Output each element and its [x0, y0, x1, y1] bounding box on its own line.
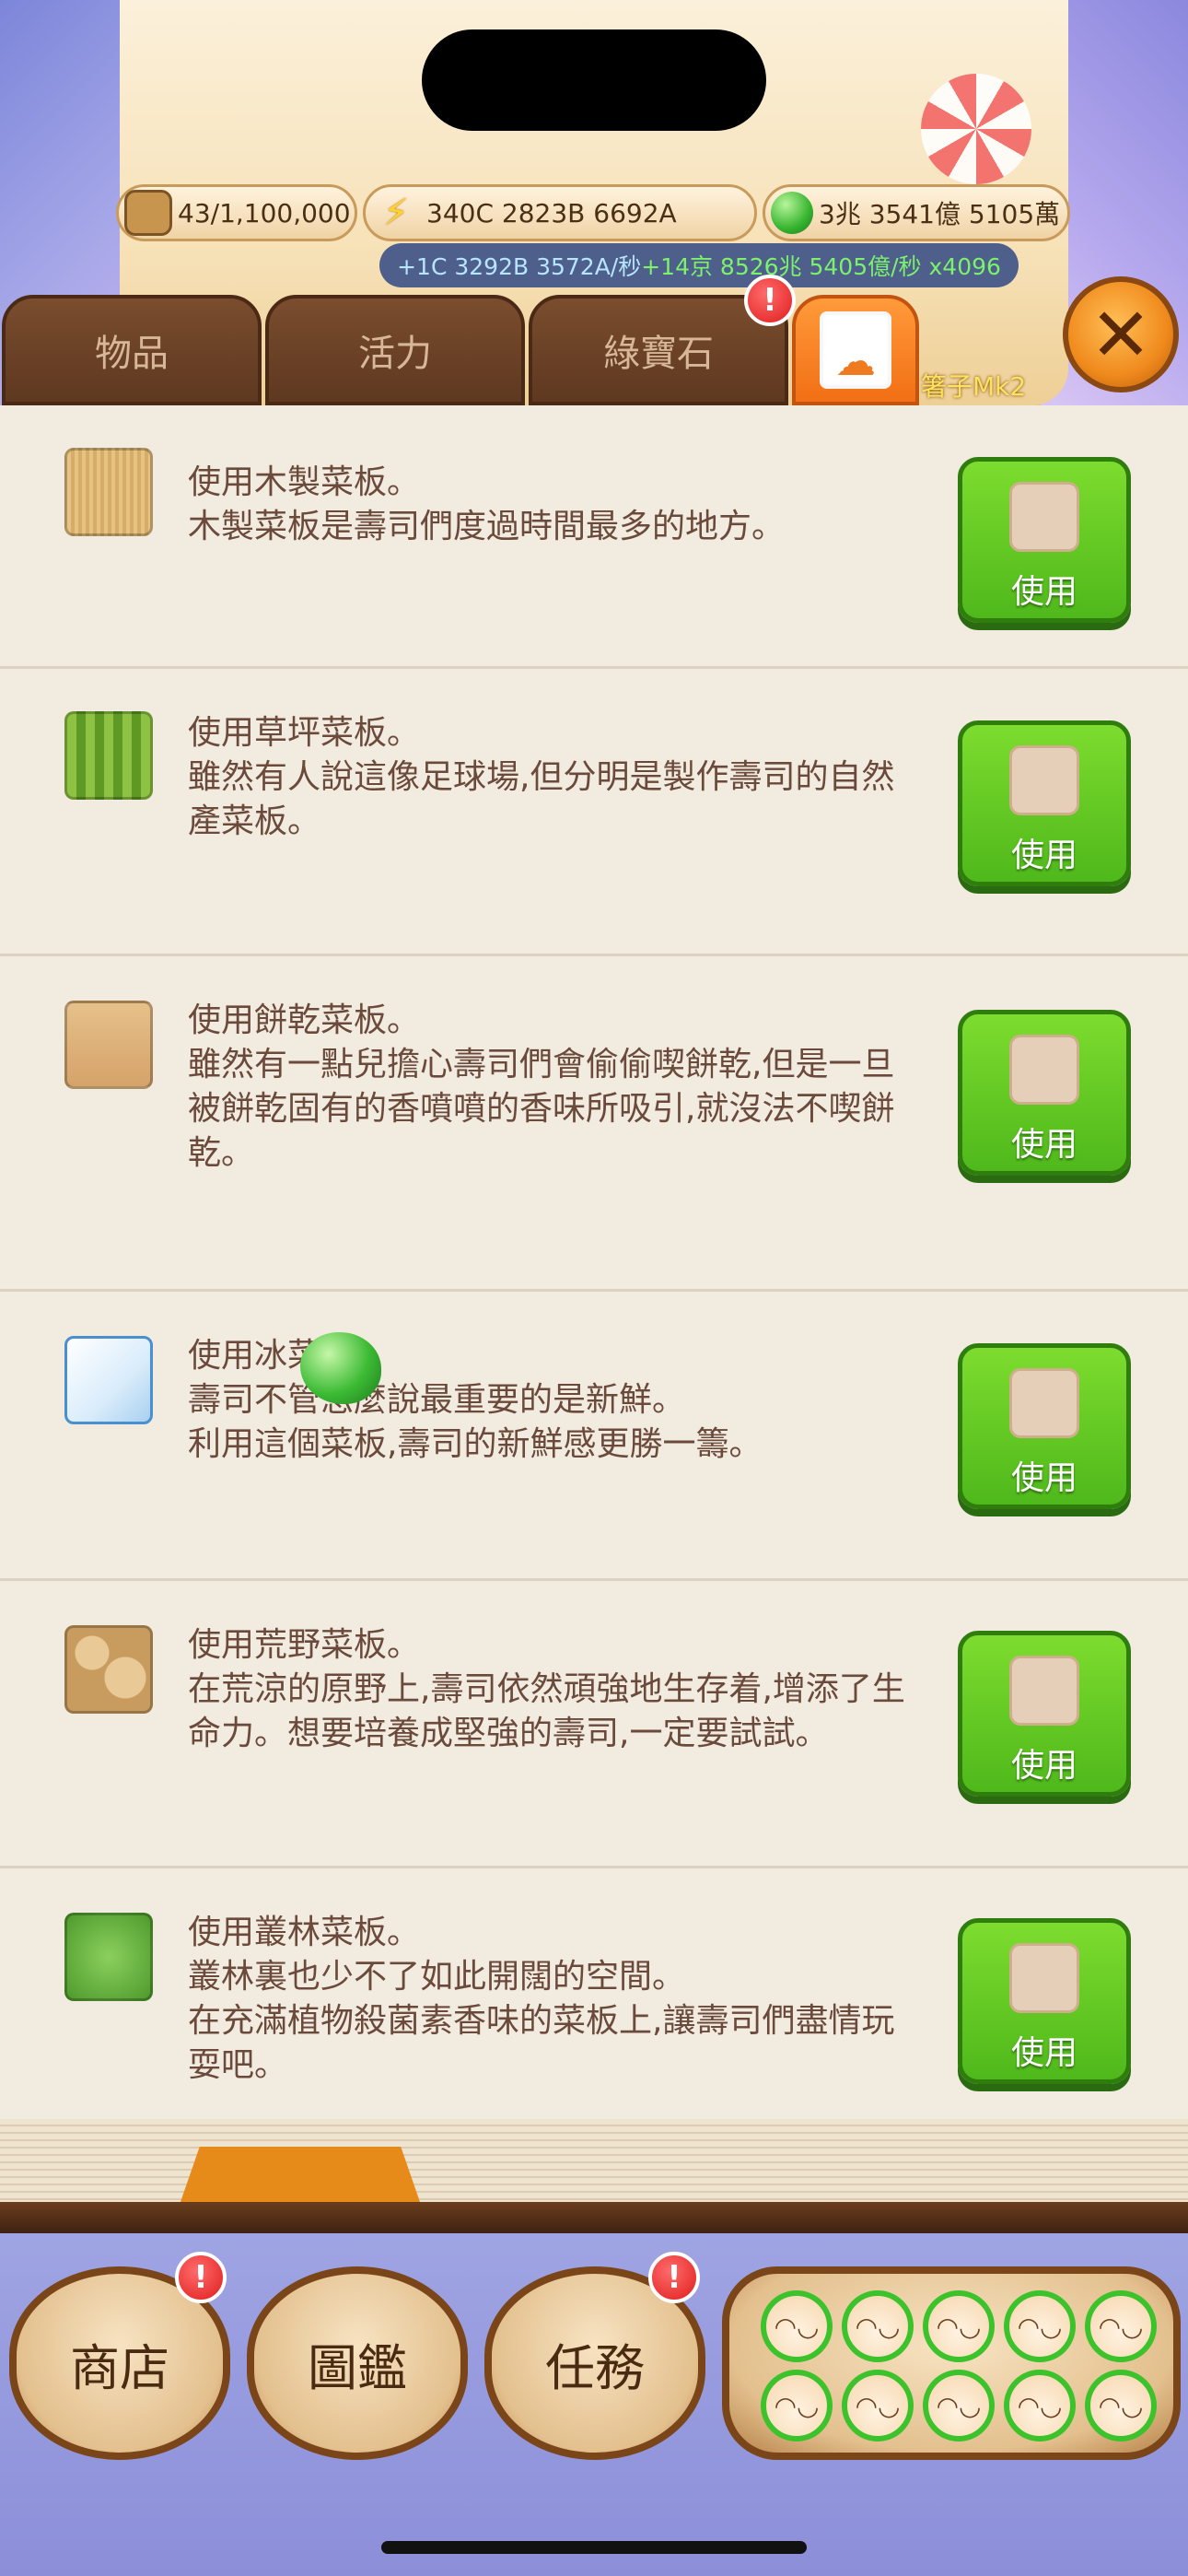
gem-rate: +14京 8526兆 5405億/秒 x4096: [641, 253, 1001, 280]
gem-value: 3兆 3541億 5105萬: [819, 199, 1061, 229]
biscuit-board-icon: [64, 1001, 153, 1089]
home-indicator[interactable]: [381, 2541, 807, 2554]
use-button-label: 使用: [1010, 2034, 1077, 2072]
use-button[interactable]: 使用: [958, 457, 1131, 623]
use-button[interactable]: 使用: [958, 1010, 1131, 1176]
use-button[interactable]: 使用: [958, 1918, 1131, 2084]
grass-board-icon: [64, 711, 153, 800]
sushi-character-icon: ◠◡: [1004, 2290, 1076, 2362]
item-description: 使用冰菜板。 壽司不管怎麼說最重要的是新鮮。 利用這個菜板,壽司的新鮮感更勝一籌…: [188, 1337, 763, 1463]
use-button-label: 使用: [1010, 1459, 1077, 1497]
use-checkbox-icon: [1009, 482, 1079, 552]
collection-label: 圖鑑: [308, 2338, 407, 2397]
tab-board-theme[interactable]: ☁: [792, 295, 919, 405]
item-description: 使用叢林菜板。 叢林裏也少不了如此開闊的空間。 在充滿植物殺菌素香味的菜板上,讓…: [188, 1914, 895, 2084]
bread-value: 43/1,100,000: [178, 197, 351, 228]
list-item: 使用冰菜板。 壽司不管怎麼說最重要的是新鮮。 利用這個菜板,壽司的新鮮感更勝一籌…: [0, 1292, 1188, 1581]
sushi-character-icon: ◠◡: [1085, 2290, 1157, 2362]
sushi-character-icon: ◠◡: [761, 2370, 833, 2441]
energy-counter[interactable]: ⚡ 340C 2823B 6692A: [363, 184, 757, 241]
use-checkbox-icon: [1009, 1943, 1079, 2013]
energy-value: 340C 2823B 6692A: [426, 197, 677, 228]
list-item: 使用荒野菜板。 在荒涼的原野上,壽司依然頑強地生存着,增添了生命力。想要培養成堅…: [0, 1581, 1188, 1868]
sushi-character-icon: ◠◡: [1004, 2370, 1076, 2441]
tab-alert-badge: !: [744, 275, 796, 326]
jungle-board-icon: [64, 1913, 153, 2001]
bread-icon: [124, 190, 172, 236]
missions-label: 任務: [545, 2338, 645, 2397]
tab-energy-label: 活力: [358, 333, 432, 375]
bookmark-ribbon: [181, 2147, 420, 2202]
green-gem-icon: [771, 192, 813, 234]
item-description: 使用荒野菜板。 在荒涼的原野上,壽司依然頑強地生存着,增添了生命力。想要培養成堅…: [188, 1626, 905, 1752]
tab-emerald-label: 綠寶石: [603, 333, 714, 375]
shop-alert-badge: !: [175, 2252, 227, 2303]
close-icon: ✕: [1089, 291, 1152, 378]
use-button-label: 使用: [1010, 1126, 1077, 1164]
use-button-label: 使用: [1010, 1747, 1077, 1785]
use-button-label: 使用: [1010, 573, 1077, 611]
sushi-character-icon: ◠◡: [761, 2290, 833, 2362]
tab-items-label: 物品: [95, 333, 169, 375]
gem-counter[interactable]: 3兆 3541億 5105萬: [763, 184, 1070, 241]
lightning-icon: ⚡: [382, 192, 410, 234]
sushi-character-icon: ◠◡: [842, 2370, 914, 2441]
use-checkbox-icon: [1009, 1656, 1079, 1726]
bread-counter[interactable]: 43/1,100,000: [116, 184, 357, 241]
sushi-character-icon: ◠◡: [923, 2370, 995, 2441]
missions-alert-badge: !: [648, 2252, 700, 2303]
item-description: 使用餅乾菜板。 雖然有一點兒擔心壽司們會偷偷喫餅乾,但是一旦被餅乾固有的香噴噴的…: [188, 1001, 895, 1172]
list-item: 使用叢林菜板。 叢林裏也少不了如此開闊的空間。 在充滿植物殺菌素香味的菜板上,讓…: [0, 1868, 1188, 2136]
use-button[interactable]: 使用: [958, 1343, 1131, 1509]
tab-items[interactable]: 物品: [2, 295, 262, 405]
floating-green-gem-icon[interactable]: [300, 1332, 381, 1404]
use-button[interactable]: 使用: [958, 720, 1131, 886]
use-checkbox-icon: [1009, 1368, 1079, 1438]
sushi-character-icon: ◠◡: [923, 2290, 995, 2362]
use-button-label: 使用: [1010, 837, 1077, 874]
item-description: 使用草坪菜板。 雖然有人說這像足球場,但分明是製作壽司的自然產菜板。: [188, 714, 895, 840]
list-item: 使用草坪菜板。 雖然有人說這像足球場,但分明是製作壽司的自然產菜板。 使用: [0, 669, 1188, 956]
use-button[interactable]: 使用: [958, 1631, 1131, 1797]
list-item: 使用餅乾菜板。 雖然有一點兒擔心壽司們會偷偷喫餅乾,但是一旦被餅乾固有的香噴噴的…: [0, 956, 1188, 1292]
player-tag: 箸子Mk2: [921, 371, 1027, 402]
book-pages-edge: [0, 2119, 1188, 2202]
close-button[interactable]: ✕: [1063, 276, 1179, 392]
item-description: 使用木製菜板。 木製菜板是壽司們度過時間最多的地方。: [188, 463, 786, 545]
list-item: 使用木製菜板。 木製菜板是壽司們度過時間最多的地方。 使用: [0, 405, 1188, 669]
use-checkbox-icon: [1009, 745, 1079, 815]
shop-label: 商店: [70, 2338, 169, 2397]
tab-energy[interactable]: 活力: [265, 295, 525, 405]
device-notch: [422, 29, 766, 131]
sushi-character-icon: ◠◡: [1085, 2370, 1157, 2441]
collection-button[interactable]: 圖鑑: [247, 2266, 468, 2460]
wild-board-icon: [64, 1625, 153, 1714]
book-spine: [0, 2202, 1188, 2233]
income-rate-bar: +1C 3292B 3572A/秒 +14京 8526兆 5405億/秒 x40…: [379, 243, 1019, 287]
use-checkbox-icon: [1009, 1035, 1079, 1105]
ice-board-icon: [64, 1336, 153, 1424]
sushi-character-icon: ◠◡: [842, 2290, 914, 2362]
wood-board-icon: [64, 448, 153, 536]
sushi-characters-panel[interactable]: ◠◡ ◠◡ ◠◡ ◠◡ ◠◡ ◠◡ ◠◡ ◠◡ ◠◡ ◠◡: [722, 2266, 1181, 2460]
landscape-picture-icon: ☁: [820, 311, 891, 389]
energy-rate: +1C 3292B 3572A/秒: [397, 253, 642, 280]
balloon-decoration: [921, 74, 1031, 184]
